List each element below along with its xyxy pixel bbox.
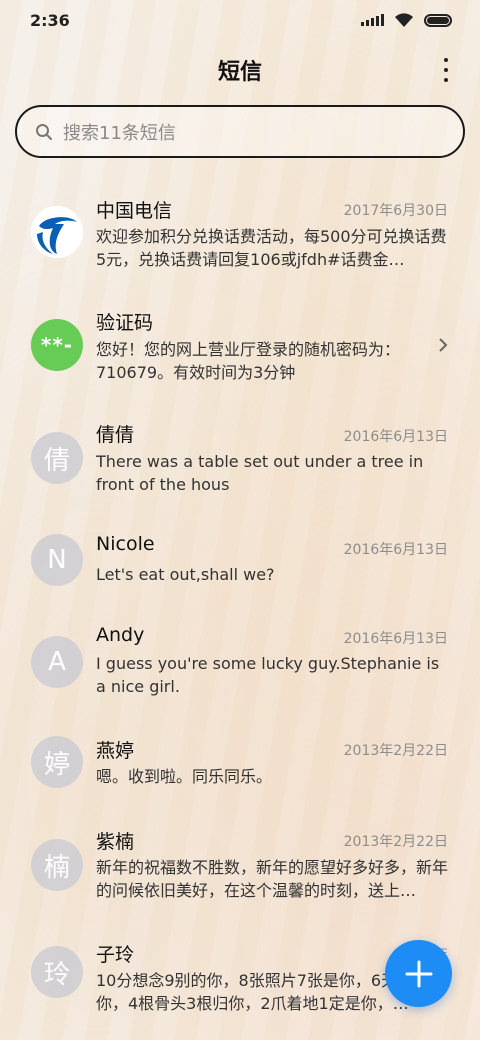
contact-avatar: A [31,636,83,688]
page-title: 短信 [217,60,262,85]
plus-icon [405,960,432,987]
verification-code-avatar: **- [31,319,83,371]
battery-icon [424,13,452,27]
message-preview: There was a table set out under a tree i… [96,452,424,494]
conversation-item[interactable]: A Andy 2016年6月13日 I guess you're some lu… [0,620,480,730]
contact-name: 验证码 [96,312,154,334]
signal-icon [361,14,384,26]
contact-name: 紫楠 [96,831,135,853]
status-icons [361,12,452,28]
message-preview: 欢迎参加积分兑换话费活动，每500分可兑换话费5元，兑换话费请回复106或jfd… [96,227,447,269]
wifi-icon [395,13,413,27]
contact-name: 燕婷 [96,740,135,762]
message-date: 2016年6月13日 [343,631,448,647]
contact-name: 子玲 [96,944,135,966]
app-header: 短信 [0,48,480,92]
conversation-item[interactable]: 楠 紫楠 2013年2月22日 新年的祝福数不胜数，新年的愿望好多好多，新年的问… [0,823,480,933]
status-time: 2:36 [30,10,70,30]
search-icon [36,123,52,140]
chevron-right-icon[interactable] [438,337,448,353]
status-bar: 2:36 [0,0,480,40]
conversation-item[interactable]: 中国电信 2017年6月30日 欢迎参加积分兑换话费活动，每500分可兑换话费5… [0,190,480,300]
message-date: 2013年2月22日 [343,743,448,759]
contact-name: Nicole [96,533,155,555]
conversation-item[interactable]: 倩 倩倩 2016年6月13日 There was a table set ou… [0,416,480,526]
conversation-item[interactable]: **- 验证码 您好！您的网上营业厅登录的随机密码为：710679。有效时间为3… [0,303,480,413]
contact-name: 倩倩 [96,424,135,446]
message-preview: 您好！您的网上营业厅登录的随机密码为：710679。有效时间为3分钟 [96,340,401,382]
message-date: 2013年2月22日 [343,834,448,850]
more-options-button[interactable] [442,58,450,82]
contact-avatar: 倩 [31,432,83,484]
message-date: 2017年6月30日 [343,203,448,219]
contact-avatar: N [31,534,83,586]
search-placeholder: 搜索11条短信 [63,122,176,144]
contact-avatar: 婷 [31,736,83,788]
china-telecom-logo-icon [31,206,83,258]
message-preview: I guess you're some lucky guy.Stephanie … [96,654,440,696]
message-preview: Let's eat out,shall we? [96,565,275,584]
contact-avatar: 玲 [31,946,83,998]
contact-name: 中国电信 [96,200,173,222]
message-date: 2016年6月13日 [343,429,448,445]
message-preview: 新年的祝福数不胜数，新年的愿望好多好多，新年的问候依旧美好，在这个温馨的时刻，送… [96,858,448,900]
new-message-button[interactable] [385,940,452,1007]
contact-name: Andy [96,624,145,646]
message-preview: 嗯。收到啦。同乐同乐。 [96,767,273,786]
search-input[interactable]: 搜索11条短信 [15,105,465,158]
contact-avatar: 楠 [31,839,83,891]
message-date: 2016年6月13日 [343,542,448,558]
